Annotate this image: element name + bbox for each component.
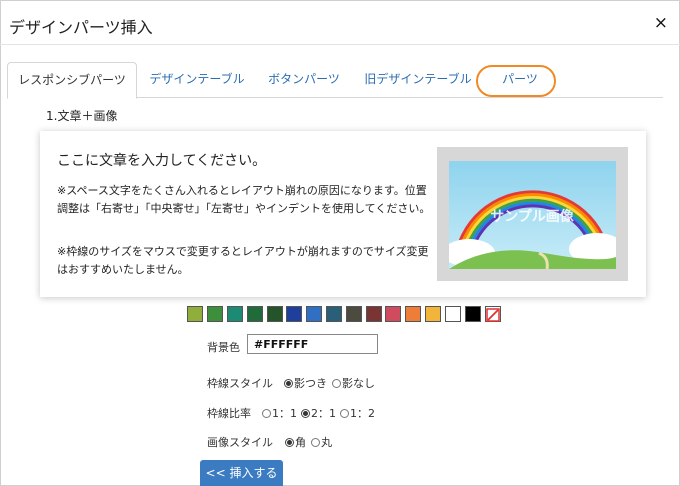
border-style-none-option[interactable]: 影なし <box>332 375 375 391</box>
color-swatch[interactable] <box>187 306 203 322</box>
color-swatch[interactable] <box>207 306 223 322</box>
tab-design-table[interactable]: デザインテーブル <box>142 62 252 97</box>
tab-button-parts[interactable]: ボタンパーツ <box>262 62 346 97</box>
border-ratio-label: 枠線比率 <box>207 407 251 420</box>
section-label: 1.文章＋画像 <box>46 109 118 123</box>
bg-color-input[interactable] <box>247 334 378 354</box>
radio-unchecked-icon <box>332 379 341 388</box>
bg-color-label: 背景色 <box>207 341 240 354</box>
no-color-icon[interactable] <box>485 306 501 322</box>
preview-paragraph-2: ※枠線のサイズをマウスで変更するとレイアウトが崩れますのでサイズ変更はおすすめい… <box>57 245 429 276</box>
color-swatch[interactable] <box>346 306 362 322</box>
tab-responsive-parts[interactable]: レスポンシブパーツ <box>7 62 137 99</box>
border-style-shadow-option[interactable]: 影つき <box>284 375 327 391</box>
radio-unchecked-icon <box>340 409 349 418</box>
tab-highlight-ring <box>476 65 556 97</box>
preview-card: ここに文章を入力してください。 ※スペース文字をたくさん入れるとレイアウト崩れの… <box>40 131 646 297</box>
rainbow-icon: サンプル画像 <box>449 161 616 269</box>
color-swatch[interactable] <box>445 306 461 322</box>
color-swatch[interactable] <box>286 306 302 322</box>
color-swatch[interactable] <box>306 306 322 322</box>
color-swatch[interactable] <box>326 306 342 322</box>
tab-old-design-table[interactable]: 旧デザインテーブル <box>358 62 478 97</box>
preview-heading: ここに文章を入力してください。 <box>57 153 267 169</box>
radio-checked-icon <box>301 409 310 418</box>
image-style-round-option[interactable]: 丸 <box>311 434 332 450</box>
color-swatch[interactable] <box>465 306 481 322</box>
sample-image: サンプル画像 <box>437 147 628 281</box>
image-style-label: 画像スタイル <box>207 436 273 449</box>
color-swatch[interactable] <box>267 306 283 322</box>
radio-checked-icon <box>284 379 293 388</box>
color-swatch[interactable] <box>366 306 382 322</box>
preview-paragraph-1: ※スペース文字をたくさん入れるとレイアウト崩れの原因になります。位置調整は「右寄… <box>57 184 431 215</box>
radio-checked-icon <box>285 438 294 447</box>
color-swatch[interactable] <box>385 306 401 322</box>
ratio-2-1-option[interactable]: 2：1 <box>301 405 336 421</box>
color-swatch[interactable] <box>227 306 243 322</box>
dialog-title: デザインパーツ挿入 <box>9 18 153 37</box>
color-swatch[interactable] <box>405 306 421 322</box>
color-swatch[interactable] <box>247 306 263 322</box>
ratio-1-1-option[interactable]: 1：1 <box>262 405 297 421</box>
header-divider <box>0 44 680 45</box>
color-swatch[interactable] <box>425 306 441 322</box>
border-style-label: 枠線スタイル <box>207 377 273 390</box>
ratio-1-2-option[interactable]: 1：2 <box>340 405 375 421</box>
radio-unchecked-icon <box>311 438 320 447</box>
sample-image-text: サンプル画像 <box>490 208 575 225</box>
insert-button[interactable]: << 挿入する <box>200 460 283 486</box>
close-icon[interactable]: × <box>654 13 668 33</box>
radio-unchecked-icon <box>262 409 271 418</box>
tab-bar: レスポンシブパーツ デザインテーブル ボタンパーツ 旧デザインテーブル パーツ <box>7 62 663 99</box>
image-style-square-option[interactable]: 角 <box>285 434 306 450</box>
